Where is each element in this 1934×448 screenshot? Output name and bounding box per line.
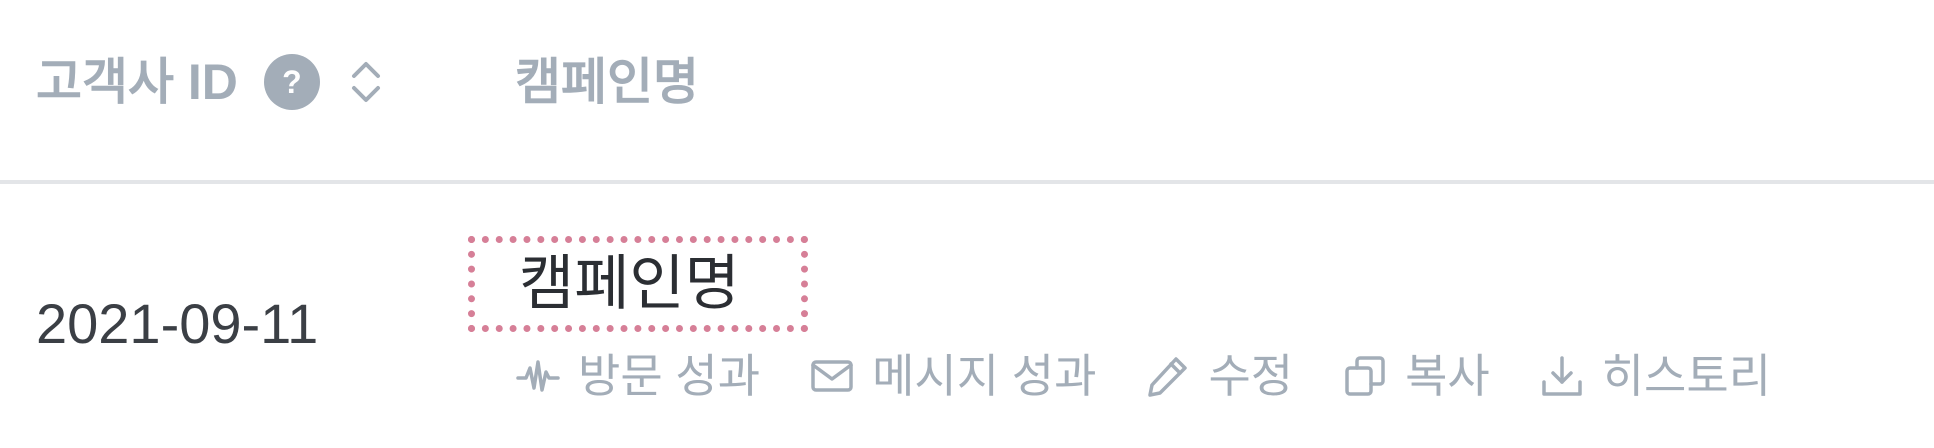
action-label: 메시지 성과: [872, 350, 1097, 402]
message-performance-button[interactable]: 메시지 성과: [810, 348, 1096, 404]
campaign-name-text: 캠페인명: [519, 250, 740, 317]
column-header-label: 고객사 ID: [36, 54, 238, 110]
copy-icon: [1345, 356, 1385, 396]
action-label: 히스토리: [1601, 350, 1772, 402]
sort-icon[interactable]: [348, 56, 384, 108]
action-label: 복사: [1405, 350, 1490, 402]
column-header-campaign-name[interactable]: 캠페인명: [515, 50, 699, 114]
copy-button[interactable]: 복사: [1343, 348, 1490, 404]
table-row: 2021-09-11 캠페인명 방문 성과 메시지 성과 수정 복사 히스토리: [0, 184, 1934, 448]
date-cell: 2021-09-11: [36, 292, 319, 355]
action-label: 방문 성과: [578, 350, 761, 402]
column-header-customer-id[interactable]: 고객사 ID ?: [36, 50, 384, 114]
campaign-name-link[interactable]: 캠페인명: [468, 236, 808, 332]
table-header-row: 고객사 ID ? 캠페인명: [0, 0, 1934, 184]
activity-icon: [516, 360, 560, 392]
history-button[interactable]: 히스토리: [1540, 348, 1771, 404]
envelope-icon: [811, 360, 853, 392]
column-header-label: 캠페인명: [515, 54, 699, 110]
download-icon: [1541, 356, 1582, 396]
row-actions: 방문 성과 메시지 성과 수정 복사 히스토리: [516, 346, 1771, 406]
campaign-table: 고객사 ID ? 캠페인명 2021-09-11 캠페인명 방문 성과 메시지 …: [0, 0, 1934, 448]
edit-button[interactable]: 수정: [1146, 348, 1293, 404]
pencil-icon: [1148, 357, 1188, 397]
action-label: 수정: [1208, 350, 1294, 402]
help-icon[interactable]: ?: [263, 54, 320, 110]
visit-performance-button[interactable]: 방문 성과: [516, 348, 760, 404]
